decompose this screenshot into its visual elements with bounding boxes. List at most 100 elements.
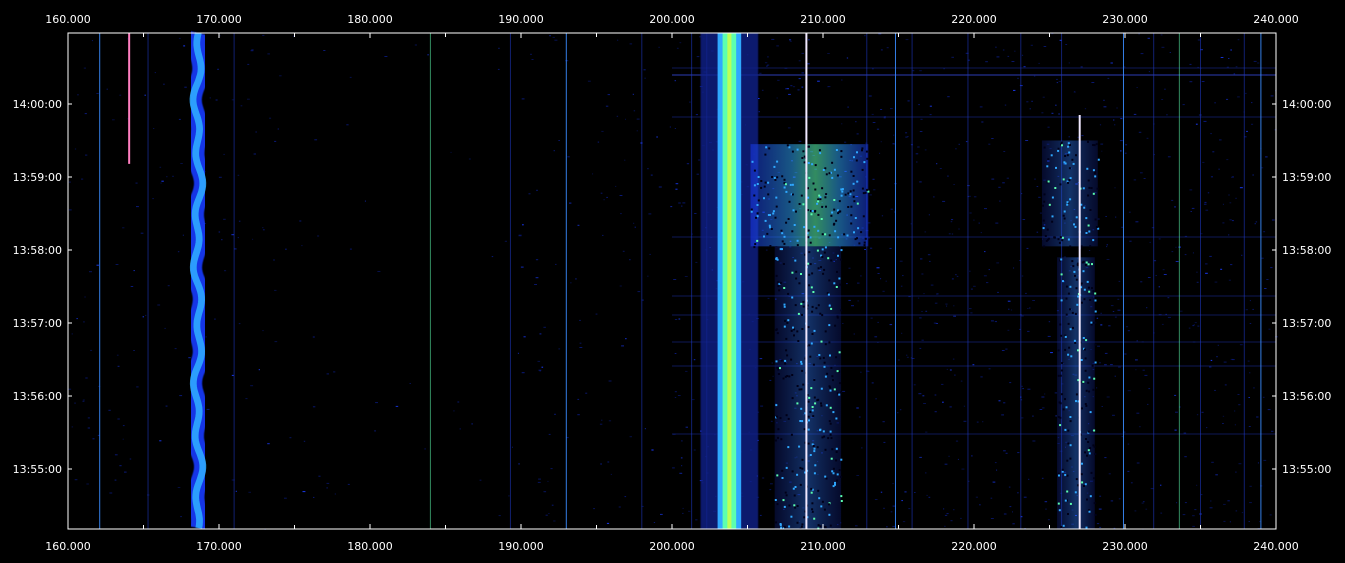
noise-speck: [552, 36, 555, 38]
burst-speck: [781, 248, 783, 251]
burst-speck: [863, 244, 866, 247]
noise-speck: [142, 316, 144, 318]
noise-speck: [878, 33, 882, 35]
noise-speck: [929, 114, 932, 116]
time-tick-label: 13:55:00: [13, 463, 62, 476]
noise-speck: [1021, 54, 1024, 56]
burst-speck: [1089, 495, 1092, 498]
noise-speck: [530, 53, 532, 55]
noise-speck: [1167, 297, 1170, 299]
noise-speck: [766, 65, 768, 67]
noise-speck: [1130, 482, 1133, 484]
noise-speck: [1222, 203, 1224, 205]
burst-speck: [1055, 166, 1057, 169]
time-tick-label: 13:57:00: [13, 317, 62, 330]
spectrum-waterfall[interactable]: 160.000 170.000 180.000 190.000 200.000 210.0…: [0, 0, 1345, 563]
burst-speck: [1064, 398, 1066, 401]
burst-speck: [781, 175, 784, 178]
noise-speck: [136, 386, 139, 388]
burst-speck: [755, 216, 757, 219]
noise-speck: [178, 37, 181, 39]
noise-speck: [924, 231, 927, 233]
noise-speck: [569, 202, 572, 204]
burst-speck: [816, 399, 819, 402]
noise-speck: [902, 521, 906, 523]
burst-speck: [776, 503, 779, 506]
noise-speck: [1129, 240, 1132, 242]
noise-speck: [1161, 99, 1164, 100]
noise-speck: [1043, 46, 1047, 47]
noise-speck: [1103, 106, 1107, 108]
burst-speck: [832, 379, 834, 382]
burst-region: [1041, 140, 1098, 247]
burst-speck: [763, 197, 765, 200]
noise-speck: [842, 390, 846, 392]
noise-speck: [901, 500, 903, 502]
burst-speck: [854, 217, 857, 219]
noise-speck: [89, 271, 92, 273]
burst-speck: [1060, 299, 1063, 302]
noise-speck: [535, 259, 539, 261]
noise-speck: [682, 507, 684, 509]
noise-speck: [647, 275, 649, 277]
noise-speck: [1135, 359, 1138, 361]
noise-speck: [669, 126, 671, 128]
noise-speck: [252, 238, 254, 240]
noise-speck: [90, 349, 93, 351]
noise-speck: [1022, 388, 1024, 390]
noise-speck: [1080, 66, 1083, 68]
burst-speck: [1073, 339, 1076, 342]
burst-speck: [774, 439, 777, 442]
burst-speck: [827, 257, 830, 260]
noise-speck: [603, 199, 605, 201]
noise-speck: [71, 426, 74, 428]
burst-speck: [791, 150, 794, 153]
burst-speck: [1070, 355, 1073, 358]
burst-speck: [821, 314, 824, 317]
noise-speck: [827, 53, 830, 54]
noise-speck: [950, 221, 953, 223]
burst-speck: [1044, 235, 1047, 237]
noise-speck: [942, 401, 944, 403]
burst-speck: [840, 258, 842, 261]
burst-speck: [775, 404, 778, 407]
burst-speck: [817, 304, 820, 307]
noise-speck: [1120, 150, 1122, 152]
noise-speck: [1192, 515, 1195, 517]
burst-speck: [863, 241, 866, 244]
burst-speck: [1089, 411, 1092, 414]
noise-speck: [1233, 73, 1236, 75]
burst-speck: [798, 445, 801, 448]
noise-speck: [1223, 361, 1227, 363]
noise-speck: [1038, 62, 1040, 64]
noise-speck: [347, 483, 350, 485]
burst-speck: [792, 209, 795, 212]
burst-speck: [864, 237, 867, 240]
burst-speck: [1087, 430, 1090, 433]
noise-speck: [677, 395, 681, 396]
noise-speck: [1214, 281, 1218, 283]
noise-speck: [1036, 186, 1039, 187]
noise-speck: [871, 113, 874, 115]
noise-speck: [262, 34, 265, 36]
burst-speck: [861, 147, 864, 150]
noise-speck: [946, 368, 948, 370]
burst-speck: [836, 473, 839, 476]
burst-speck: [812, 415, 815, 418]
burst-speck: [783, 186, 786, 189]
burst-speck: [813, 517, 816, 520]
noise-speck: [764, 62, 768, 64]
noise-speck: [76, 318, 78, 320]
burst-speck: [866, 157, 869, 160]
noise-speck: [991, 138, 994, 139]
burst-speck: [791, 374, 794, 376]
noise-speck: [554, 413, 556, 415]
noise-speck: [606, 196, 608, 198]
noise-speck: [1127, 443, 1130, 445]
burst-speck: [821, 233, 824, 236]
burst-speck: [1087, 381, 1090, 384]
noise-speck: [759, 514, 762, 516]
noise-speck: [928, 214, 930, 216]
noise-speck: [1115, 216, 1117, 218]
burst-speck: [814, 209, 817, 212]
